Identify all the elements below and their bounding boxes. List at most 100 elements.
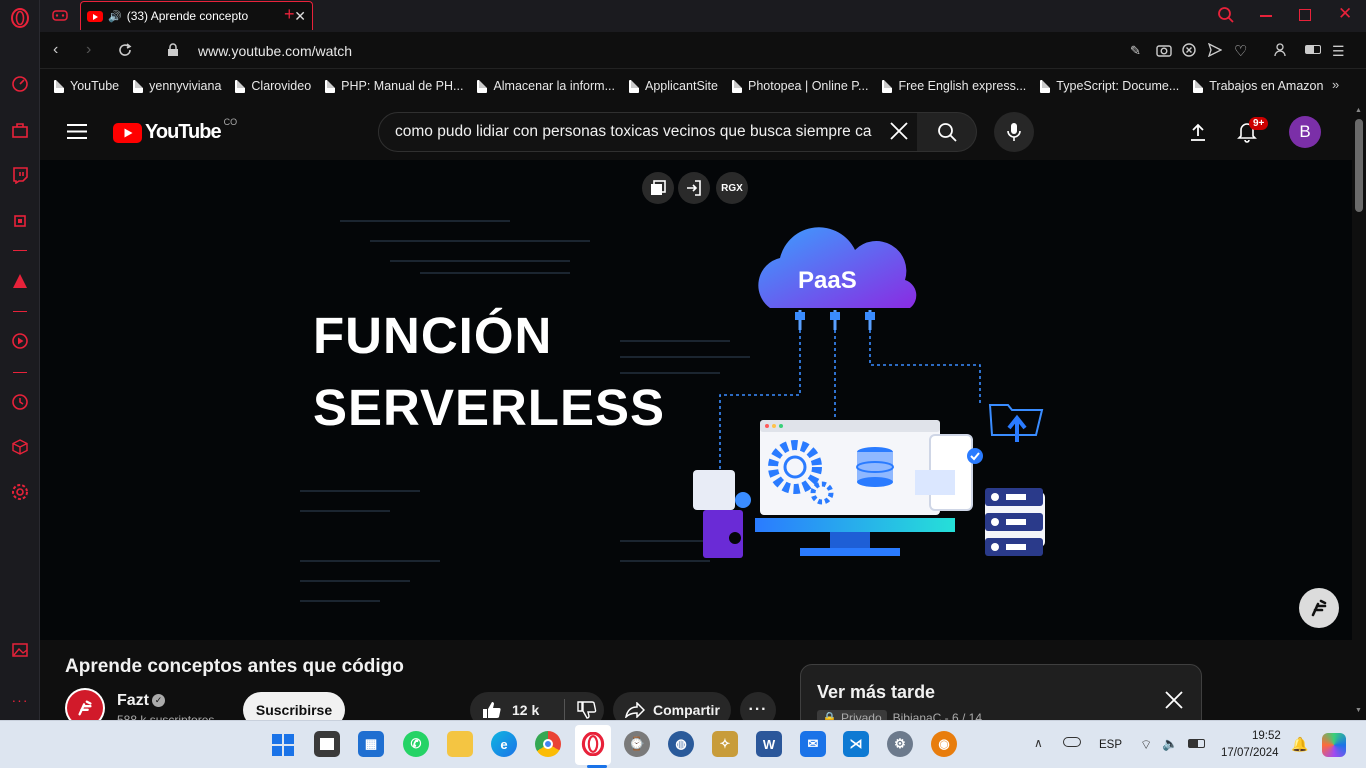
tab-youtube[interactable]: 🔊 (33) Aprende concepto ✕ — [80, 1, 313, 30]
bookmark-item[interactable]: Free English express... — [882, 79, 1026, 93]
thumbnail-title-line1: FUNCIÓN — [313, 307, 553, 364]
app-clock-icon[interactable]: ⌚ — [624, 731, 650, 757]
tray-overflow-icon[interactable]: ∧ — [1034, 736, 1043, 750]
copilot-icon[interactable] — [1322, 733, 1346, 757]
clock-time[interactable]: 19:52 — [1252, 730, 1281, 742]
blender-icon[interactable]: ◉ — [931, 731, 957, 757]
twitch-icon[interactable] — [10, 165, 30, 185]
more-dots-icon[interactable]: ··· — [10, 690, 30, 710]
bookmark-item[interactable]: TypeScript: Docume... — [1040, 79, 1179, 93]
clear-search-icon[interactable] — [890, 122, 908, 140]
back-icon[interactable]: ‹ — [53, 41, 58, 59]
history-icon[interactable] — [10, 392, 30, 412]
ai-chip-icon[interactable] — [10, 211, 30, 231]
send-icon[interactable] — [1208, 43, 1222, 57]
app-tools-icon[interactable]: ✧ — [712, 731, 738, 757]
battery-saver-icon[interactable] — [1305, 45, 1321, 54]
dislike-button[interactable] — [565, 701, 597, 719]
code-line-decor — [390, 260, 570, 262]
heart-icon[interactable]: ♡ — [1234, 42, 1247, 60]
video-player[interactable]: RGX FUNCIÓN SERVERLESS PaaS — [40, 160, 1352, 640]
sidebar-divider — [13, 372, 27, 373]
channel-name[interactable]: Fazt — [117, 692, 149, 710]
youtube-logo[interactable]: YouTube CO — [113, 117, 237, 144]
scrollbar-thumb[interactable] — [1355, 119, 1363, 212]
adblock-icon[interactable] — [1182, 43, 1196, 57]
voice-search-button[interactable] — [994, 112, 1034, 152]
windows-taskbar: ▦ ✆ e ⌚ ◍ ✧ W ✉ ⋊ ⚙ ◉ ∧ ESP ⌔ 🔈 19:52 17… — [0, 720, 1366, 768]
language-indicator[interactable]: ESP — [1099, 739, 1122, 751]
scroll-down-arrow-icon[interactable]: ▼ — [1355, 707, 1362, 714]
opera-logo-icon[interactable] — [10, 8, 30, 28]
new-tab-plus-icon[interactable]: + — [284, 4, 295, 25]
upload-icon[interactable] — [1190, 123, 1206, 141]
minimize-icon[interactable] — [1260, 15, 1272, 17]
volume-icon[interactable]: 🔈 — [1162, 736, 1178, 752]
scroll-up-arrow-icon[interactable]: ▲ — [1355, 107, 1362, 114]
page-icon — [1040, 79, 1051, 93]
tab-title: (33) Aprende concepto — [126, 9, 249, 23]
search-input[interactable]: como pudo lidiar con personas toxicas ve… — [378, 112, 918, 152]
bookmark-item[interactable]: YouTube — [54, 79, 119, 93]
speaker-icon[interactable]: 🔊 — [108, 10, 122, 23]
onedrive-cloud-icon[interactable] — [1063, 737, 1081, 747]
player-icon[interactable] — [10, 331, 30, 351]
bookmark-item[interactable]: Almacenar la inform... — [477, 79, 615, 93]
microphone-icon — [1007, 123, 1021, 141]
edge-icon[interactable]: e — [491, 731, 517, 757]
bookmarks-overflow-icon[interactable]: » — [1332, 77, 1339, 92]
bookmark-item[interactable]: Photopea | Online P... — [731, 79, 868, 93]
search-icon — [937, 123, 957, 142]
mail-icon[interactable]: ✉ — [800, 731, 826, 757]
easy-setup-icon[interactable]: ☰ — [1332, 43, 1345, 60]
clock-date[interactable]: 17/07/2024 — [1221, 747, 1279, 759]
page-scrollbar[interactable]: ▲ ▼ — [1352, 103, 1366, 720]
edit-page-icon[interactable]: ✎ — [1130, 43, 1141, 59]
notification-bell-icon[interactable]: 🔔 — [1291, 736, 1308, 753]
wifi-icon[interactable]: ⌔ — [1140, 737, 1152, 753]
battery-icon[interactable] — [1188, 739, 1205, 748]
speed-dial-icon[interactable] — [10, 74, 30, 94]
pop-out-button[interactable] — [678, 172, 710, 204]
search-button[interactable] — [917, 112, 977, 152]
reload-icon[interactable] — [117, 42, 133, 58]
rgx-button[interactable]: RGX — [716, 172, 748, 204]
word-icon[interactable]: W — [756, 731, 782, 757]
extensions-cube-icon[interactable] — [10, 437, 30, 457]
tab-search-icon[interactable] — [1217, 6, 1235, 24]
chrome-icon[interactable] — [535, 731, 561, 757]
lock-icon[interactable] — [167, 43, 179, 57]
bookmark-item[interactable]: Trabajos en Amazon — [1193, 79, 1323, 93]
shopping-icon[interactable] — [10, 120, 30, 140]
vscode-icon[interactable]: ⋊ — [843, 731, 869, 757]
app-globe-icon[interactable]: ◍ — [668, 731, 694, 757]
whatsapp-icon[interactable]: ✆ — [403, 731, 429, 757]
picture-in-picture-button[interactable] — [642, 172, 674, 204]
avatar[interactable]: B — [1289, 116, 1321, 148]
channel-watermark[interactable] — [1299, 588, 1339, 628]
store-icon[interactable]: ▦ — [358, 731, 384, 757]
settings-gear-icon[interactable] — [10, 482, 30, 502]
close-playlist-icon[interactable] — [1165, 691, 1183, 709]
aria-icon[interactable] — [10, 271, 30, 291]
bookmark-item[interactable]: PHP: Manual de PH... — [325, 79, 463, 93]
bookmark-item[interactable]: Clarovideo — [235, 79, 311, 93]
file-explorer-icon[interactable] — [447, 731, 473, 757]
windows-start-icon[interactable] — [272, 734, 294, 756]
opera-taskbar-icon[interactable] — [580, 731, 606, 757]
settings-app-icon[interactable]: ⚙ — [887, 731, 913, 757]
menu-hamburger-icon[interactable] — [67, 124, 87, 139]
playlist-title[interactable]: Ver más tarde — [817, 682, 935, 703]
camera-icon[interactable] — [1156, 43, 1172, 57]
profile-icon[interactable] — [1274, 43, 1286, 57]
gallery-icon[interactable] — [10, 640, 30, 660]
restore-icon[interactable] — [1299, 9, 1311, 21]
tab-close-icon[interactable]: ✕ — [294, 8, 306, 25]
forward-icon[interactable]: › — [86, 41, 91, 59]
url-field[interactable]: www.youtube.com/watch — [198, 43, 352, 59]
bookmark-item[interactable]: ApplicantSite — [629, 79, 718, 93]
close-window-icon[interactable]: ✕ — [1338, 4, 1352, 24]
bookmark-item[interactable]: yennyviviana — [133, 79, 221, 93]
workspace-icon[interactable] — [52, 8, 68, 22]
task-view-icon[interactable] — [314, 731, 340, 757]
